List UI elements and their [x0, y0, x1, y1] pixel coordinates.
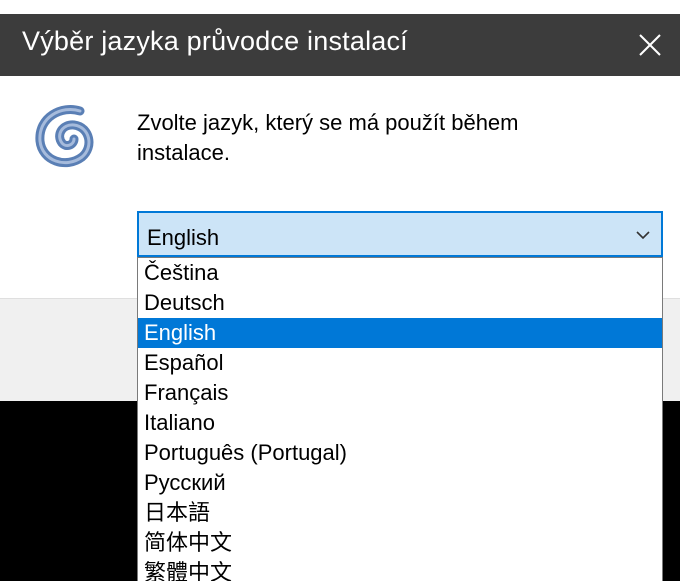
- language-option[interactable]: Deutsch: [138, 288, 662, 318]
- language-option[interactable]: Español: [138, 348, 662, 378]
- language-option[interactable]: 日本語: [138, 498, 662, 528]
- title-bar: Výběr jazyka průvodce instalací: [0, 0, 680, 91]
- language-select[interactable]: English: [137, 211, 663, 257]
- screen: Výběr jazyka průvodce instalací Zvolte j…: [0, 0, 680, 581]
- language-option[interactable]: Português (Portugal): [138, 438, 662, 468]
- language-prompt: Zvolte jazyk, který se má použít během i…: [137, 110, 519, 165]
- close-icon: [639, 34, 661, 56]
- language-select-value: English: [147, 225, 220, 250]
- swirl-logo-icon: [28, 99, 102, 173]
- language-option[interactable]: 繁體中文: [138, 558, 662, 581]
- language-option[interactable]: Français: [138, 378, 662, 408]
- close-button[interactable]: [620, 14, 680, 76]
- language-option[interactable]: Čeština: [138, 258, 662, 288]
- dialog-title: Výběr jazyka průvodce instalací: [22, 26, 408, 56]
- language-dropdown-list[interactable]: Čeština Deutsch English Español Français Ital…: [137, 257, 663, 581]
- chevron-down-icon: [635, 227, 651, 248]
- language-option[interactable]: English: [138, 318, 662, 348]
- language-option[interactable]: Italiano: [138, 408, 662, 438]
- language-option[interactable]: 简体中文: [138, 528, 662, 558]
- language-option[interactable]: Русский: [138, 468, 662, 498]
